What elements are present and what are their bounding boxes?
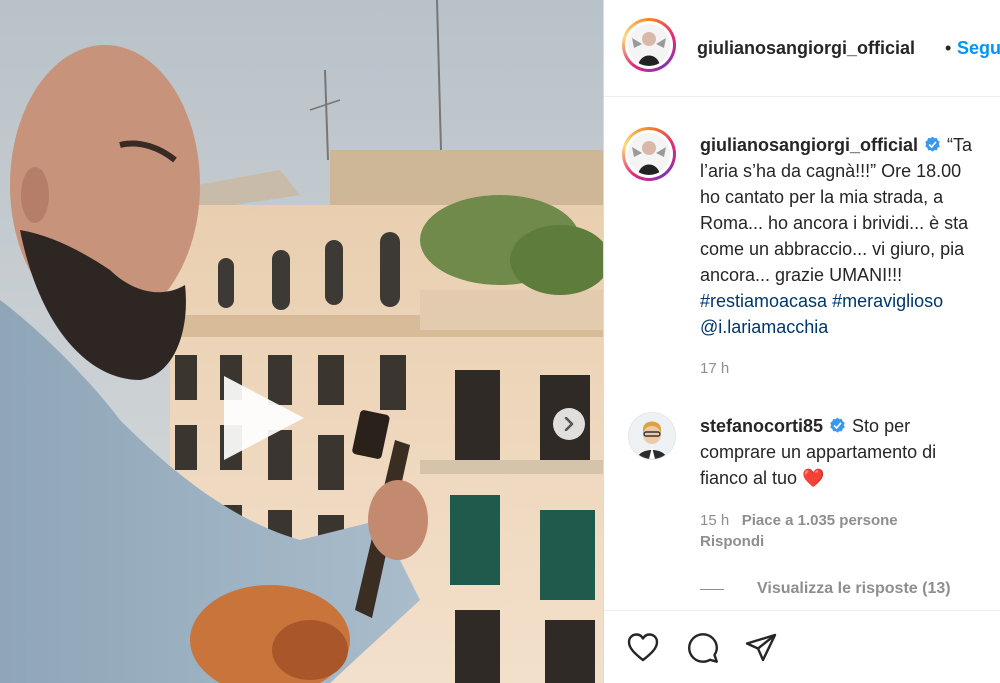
caption-line-6: ancora... grazie UMANI!!! [700, 265, 903, 285]
comment-likes[interactable]: Piace a 1.035 persone [742, 512, 898, 529]
mention-link[interactable]: @i.lariamacchia [700, 317, 828, 337]
comment-icon [688, 633, 718, 663]
like-button[interactable] [626, 631, 660, 665]
comment-line-3: fianco al tuo [700, 468, 798, 488]
post-sidebar: giulianosangiorgi_official • Segui giuli… [603, 0, 1000, 683]
reply-button[interactable]: Rispondi [700, 533, 764, 550]
caption-username[interactable]: giulianosangiorgi_official [700, 135, 918, 155]
header-separator: • [945, 38, 952, 58]
caption-line-4: Roma... ho ancora i brividi... è sta [700, 213, 969, 233]
chevron-right-icon [564, 417, 574, 431]
post-header: giulianosangiorgi_official • Segui [604, 0, 1000, 97]
caption-line-5: come un abbraccio... vi giuro, pia [700, 239, 965, 259]
comment-meta: 15 h Piace a 1.035 persone [700, 512, 898, 529]
video-frame-illustration [0, 0, 603, 683]
replies-divider [700, 589, 724, 590]
comment-line-1: Sto per [852, 416, 911, 436]
commenter-avatar-image [629, 413, 675, 459]
author-avatar[interactable] [622, 18, 676, 72]
caption-timestamp[interactable]: 17 h [700, 360, 729, 377]
comment-timestamp[interactable]: 15 h [700, 512, 729, 529]
hashtag-meraviglioso[interactable]: #meraviglioso [832, 291, 943, 311]
post-media[interactable] [0, 0, 603, 683]
post-caption: giulianosangiorgi_official “Ta l’aria s’… [700, 132, 1000, 340]
view-replies-button[interactable]: Visualizza le risposte (13) [757, 580, 951, 598]
caption-avatar[interactable] [622, 127, 676, 181]
caption-line-3: ho cantato per la mia strada, a [700, 187, 944, 207]
share-icon [745, 633, 777, 662]
verified-badge-icon [925, 136, 940, 152]
comment-button[interactable] [686, 631, 720, 665]
comment-line-2: comprare un appartamento di [700, 442, 937, 462]
verified-badge-icon [830, 417, 845, 433]
author-avatar-image [628, 24, 670, 66]
caption-avatar-image [628, 133, 670, 175]
heart-icon [627, 633, 659, 662]
commenter-username[interactable]: stefanocorti85 [700, 416, 823, 436]
video-play-button[interactable] [216, 372, 308, 464]
play-icon [224, 376, 304, 460]
share-button[interactable] [744, 631, 778, 665]
comment-body: stefanocorti85 Sto per comprare un appar… [700, 413, 1000, 491]
caption-line-1: “Ta [947, 135, 973, 155]
hashtag-restiamoacasa[interactable]: #restiamoacasa [700, 291, 827, 311]
header-username[interactable]: giulianosangiorgi_official [697, 38, 915, 59]
post-actions [604, 610, 1000, 683]
follow-button[interactable]: Segui [957, 38, 1000, 59]
next-media-button[interactable] [553, 408, 585, 440]
caption-line-2: l’aria s’ha da cagnà!!!” Ore 18.00 [700, 161, 962, 181]
heart-emoji: ❤️ [802, 468, 825, 488]
commenter-avatar[interactable] [628, 412, 676, 460]
